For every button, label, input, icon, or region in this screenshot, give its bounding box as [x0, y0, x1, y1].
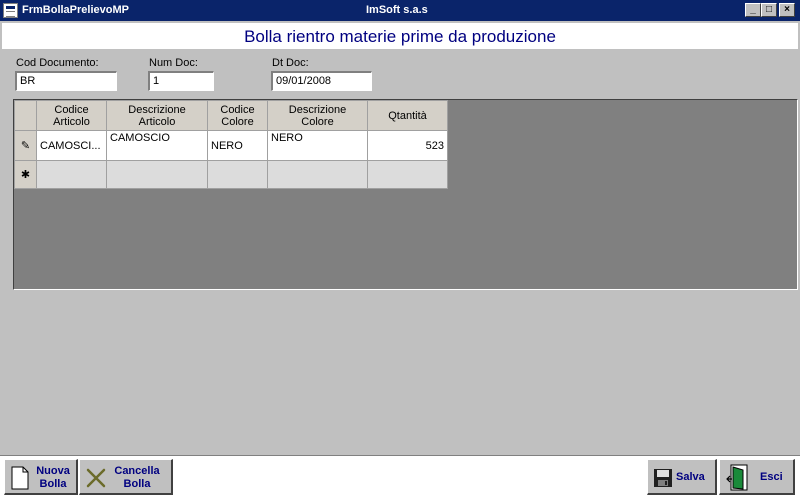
column-header-line2: Colore — [301, 115, 334, 128]
row-selector[interactable]: ✎ — [14, 130, 37, 161]
salva-button[interactable]: Salva — [647, 459, 717, 495]
nuova-bolla-button[interactable]: Nuova Bolla — [4, 459, 78, 495]
salva-label: Salva — [676, 471, 705, 483]
column-header-line1: Descrizione — [288, 103, 347, 116]
nuova-label-line1: Nuova — [36, 465, 70, 477]
new-cell-descrizione-articolo[interactable] — [106, 160, 208, 189]
column-header-descrizione-articolo[interactable]: Descrizione Articolo — [106, 100, 208, 131]
cell-descrizione-articolo[interactable]: CAMOSCIO — [106, 130, 208, 161]
minimize-button[interactable]: _ — [745, 3, 761, 17]
num-doc-field[interactable]: 1 — [148, 71, 214, 91]
page-title: Bolla rientro materie prime da produzion… — [244, 27, 556, 46]
close-icon: × — [784, 4, 790, 15]
pencil-icon: ✎ — [20, 140, 31, 152]
table-row[interactable]: ✎ CAMOSCI... CAMOSCIO NERO NERO 523 — [14, 130, 448, 161]
window-title: FrmBollaPrelievoMP — [22, 4, 129, 16]
esci-label: Esci — [760, 471, 783, 483]
asterisk-icon: ✱ — [20, 169, 31, 181]
cell-codice-colore[interactable]: NERO — [207, 130, 268, 161]
main-window: FrmBollaPrelievoMP ImSoft s.a.s _ □ × Bo… — [0, 0, 800, 498]
new-cell-codice-colore[interactable] — [207, 160, 268, 189]
cancella-bolla-button[interactable]: Cancella Bolla — [79, 459, 173, 495]
data-grid[interactable]: Codice Articolo Descrizione Articolo Cod… — [13, 99, 798, 290]
new-row[interactable]: ✱ — [14, 160, 448, 189]
company-name: ImSoft s.a.s — [366, 4, 428, 16]
app-icon[interactable] — [3, 3, 18, 18]
new-cell-quantita[interactable] — [367, 160, 448, 189]
cod-documento-field[interactable]: BR — [15, 71, 117, 91]
column-header-line2: Colore — [221, 115, 254, 128]
cell-descrizione-colore[interactable]: NERO — [267, 130, 368, 161]
dt-doc-label: Dt Doc: — [272, 57, 309, 69]
column-header-codice-articolo[interactable]: Codice Articolo — [36, 100, 107, 131]
grid-table: Codice Articolo Descrizione Articolo Cod… — [14, 100, 448, 189]
maximize-icon: □ — [765, 4, 773, 15]
grid-header-row: Codice Articolo Descrizione Articolo Cod… — [14, 100, 448, 131]
cell-codice-articolo[interactable]: CAMOSCI... — [36, 130, 107, 161]
esci-button[interactable]: Esci — [719, 459, 795, 495]
minimize-icon: _ — [750, 4, 756, 15]
delete-x-icon — [86, 468, 106, 488]
column-header-line1: Codice — [220, 103, 255, 116]
exit-door-icon — [726, 464, 748, 491]
maximize-button[interactable]: □ — [761, 3, 777, 17]
column-header-line1: Descrizione — [128, 103, 186, 116]
column-header-line2: Articolo — [53, 115, 90, 128]
header-strip: Bolla rientro materie prime da produzion… — [2, 23, 798, 49]
nuova-label-line2: Bolla — [39, 478, 67, 490]
column-header-line2: Articolo — [138, 115, 176, 128]
new-cell-descrizione-colore[interactable] — [267, 160, 368, 189]
column-header-line1: Qtantità — [388, 109, 427, 122]
title-bar[interactable]: FrmBollaPrelievoMP ImSoft s.a.s _ □ × — [0, 0, 800, 21]
new-row-selector[interactable]: ✱ — [14, 160, 37, 189]
column-header-descrizione-colore[interactable]: Descrizione Colore — [267, 100, 368, 131]
close-button[interactable]: × — [779, 3, 795, 17]
cancella-label-line1: Cancella — [114, 465, 160, 477]
dt-doc-field[interactable]: 09/01/2008 — [271, 71, 372, 91]
new-cell-codice-articolo[interactable] — [36, 160, 107, 189]
new-document-icon — [11, 466, 29, 490]
cancella-label-line2: Bolla — [123, 478, 151, 490]
num-doc-label: Num Doc: — [149, 57, 198, 69]
floppy-disk-icon — [654, 469, 672, 487]
column-header-quantita[interactable]: Qtantità — [367, 100, 448, 131]
grid-corner[interactable] — [14, 100, 37, 131]
cod-documento-label: Cod Documento: — [16, 57, 99, 69]
column-header-line1: Codice — [54, 103, 89, 116]
column-header-codice-colore[interactable]: Codice Colore — [207, 100, 268, 131]
cell-quantita[interactable]: 523 — [367, 130, 448, 161]
